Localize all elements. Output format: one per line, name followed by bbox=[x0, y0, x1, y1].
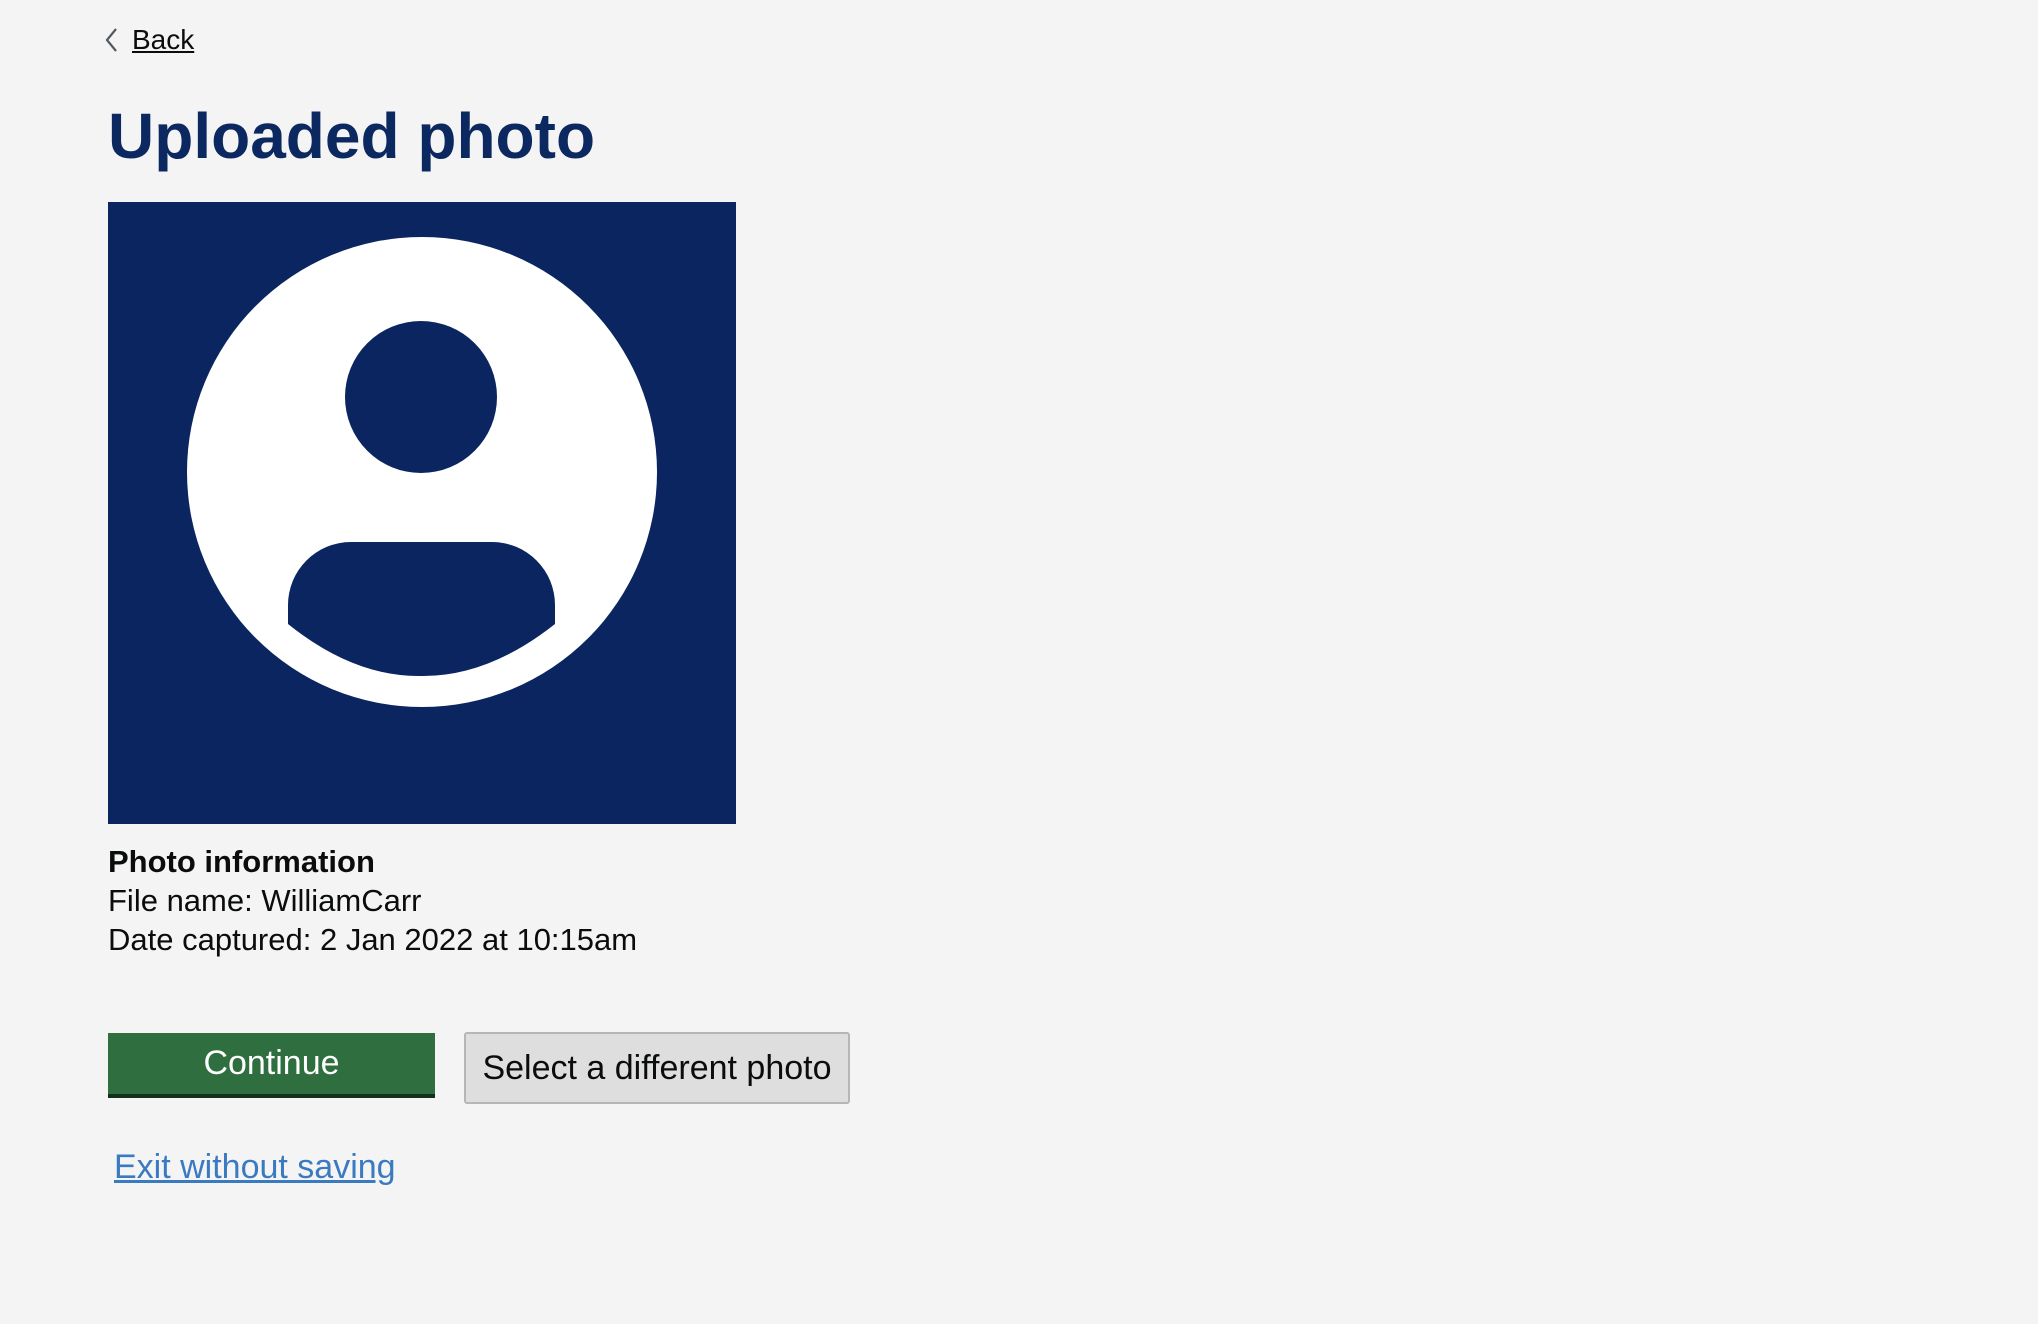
photo-information-heading: Photo information bbox=[108, 844, 375, 879]
file-name-text: File name: WilliamCarr bbox=[108, 883, 422, 918]
select-different-photo-button[interactable]: Select a different photo bbox=[464, 1032, 850, 1104]
back-link[interactable]: Back bbox=[104, 24, 194, 56]
chevron-left-icon bbox=[104, 27, 118, 53]
photo-information: Photo information File name: WilliamCarr… bbox=[108, 842, 637, 959]
back-link-label[interactable]: Back bbox=[132, 24, 194, 56]
exit-without-saving-link[interactable]: Exit without saving bbox=[114, 1148, 396, 1187]
continue-button[interactable]: Continue bbox=[108, 1033, 435, 1098]
page-title: Uploaded photo bbox=[108, 100, 596, 172]
uploaded-photo bbox=[108, 202, 736, 824]
date-captured-text: Date captured: 2 Jan 2022 at 10:15am bbox=[108, 922, 638, 957]
user-avatar-icon bbox=[187, 237, 657, 707]
